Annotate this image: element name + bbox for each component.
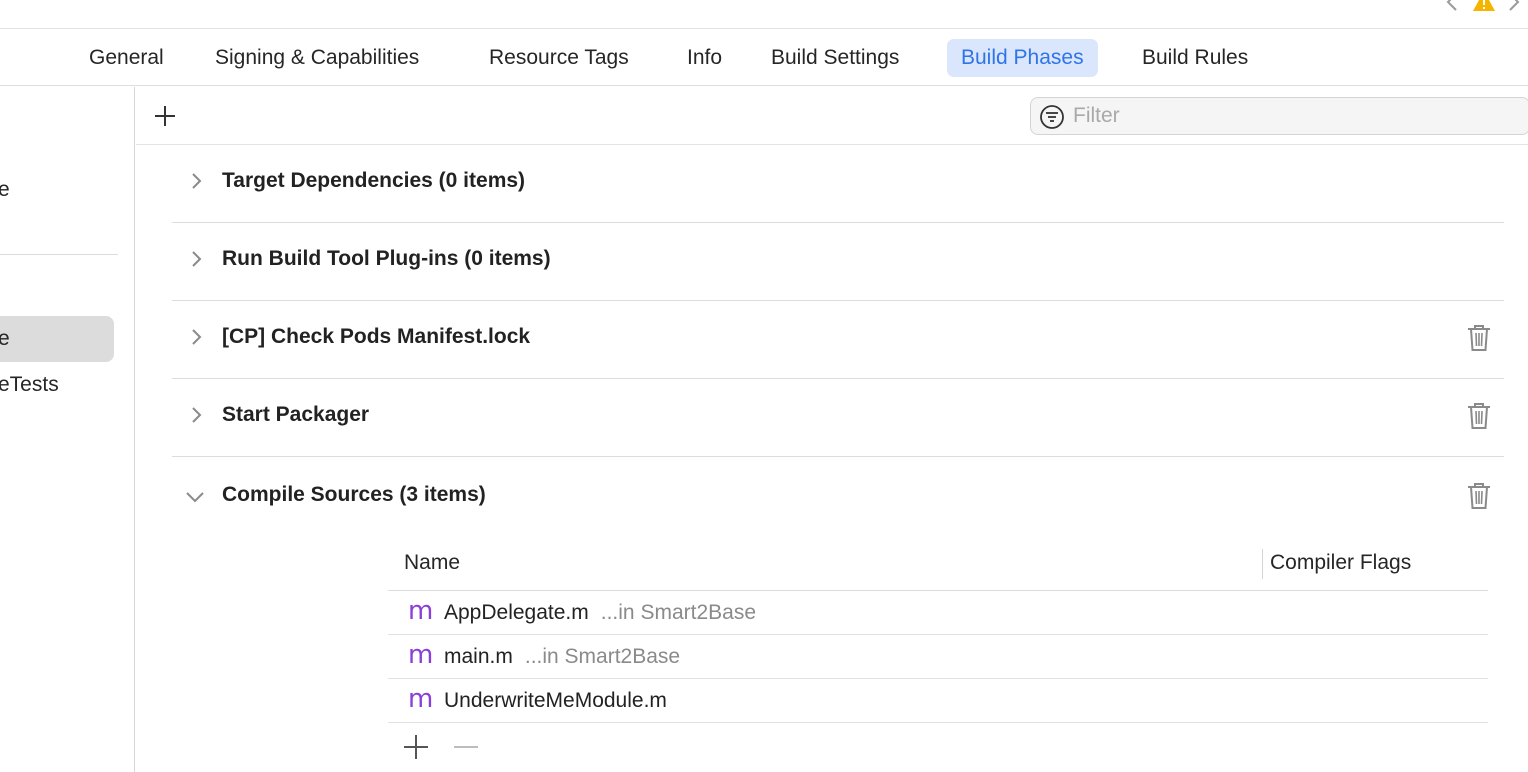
filter-input[interactable] xyxy=(1073,102,1513,130)
tab-signing-capabilities[interactable]: Signing & Capabilities xyxy=(201,39,433,77)
tab-resource-tags[interactable]: Resource Tags xyxy=(475,39,643,77)
trash-icon[interactable] xyxy=(1466,401,1492,431)
phase-title: Run Build Tool Plug-ins (0 items) xyxy=(222,247,551,270)
filter-icon xyxy=(1040,105,1064,129)
chevron-right-icon[interactable] xyxy=(186,327,206,347)
tab-info[interactable]: Info xyxy=(673,39,736,77)
phase-check-pods-manifest[interactable]: [CP] Check Pods Manifest.lock xyxy=(172,301,1504,379)
column-header-compiler-flags[interactable]: Compiler Flags xyxy=(1270,551,1411,575)
table-add-remove-bar xyxy=(388,723,1488,771)
table-header: Name Compiler Flags xyxy=(388,535,1488,591)
trash-icon[interactable] xyxy=(1466,481,1492,511)
phases-toolbar xyxy=(136,87,1528,145)
chevron-right-icon[interactable] xyxy=(186,249,206,269)
objc-file-icon: m xyxy=(408,596,434,626)
compile-sources-table: Name Compiler Flags m AppDelegate.m ...in… xyxy=(388,535,1488,771)
file-location: ...in Smart2Base xyxy=(600,601,756,624)
sidebar-divider xyxy=(0,254,118,255)
sidebar-item-target-selected[interactable] xyxy=(0,316,114,362)
phase-title: [CP] Check Pods Manifest.lock xyxy=(222,325,531,348)
phase-title: Target Dependencies (0 items) xyxy=(222,169,526,192)
phase-title: Start Packager xyxy=(222,403,370,426)
window-top-strip xyxy=(0,0,1528,29)
editor-tab-bar: General Signing & Capabilities Resource … xyxy=(0,30,1528,86)
phase-compile-sources: Compile Sources (3 items) Name Compiler … xyxy=(172,457,1504,772)
objc-file-icon: m xyxy=(408,640,434,670)
column-header-name[interactable]: Name xyxy=(404,551,460,575)
file-location: ...in Smart2Base xyxy=(524,645,681,668)
phase-title: Compile Sources (3 items) xyxy=(222,483,486,506)
file-name: UnderwriteMeModule.m xyxy=(444,689,667,712)
sidebar-item-project[interactable]: e xyxy=(0,178,10,202)
file-name: AppDelegate.m ...in Smart2Base xyxy=(444,601,756,624)
tab-general[interactable]: General xyxy=(75,39,178,77)
navigation-controls xyxy=(1438,0,1528,20)
filter-field[interactable] xyxy=(1030,97,1528,135)
add-phase-icon[interactable] xyxy=(152,103,178,129)
phase-target-dependencies[interactable]: Target Dependencies (0 items) xyxy=(172,145,1504,223)
sidebar-item-target-app[interactable]: e xyxy=(0,327,10,351)
tab-build-settings[interactable]: Build Settings xyxy=(757,39,913,77)
sidebar-item-target-tests[interactable]: eTests xyxy=(0,373,59,397)
table-row[interactable]: m main.m ...in Smart2Base xyxy=(388,635,1488,679)
tab-build-phases[interactable]: Build Phases xyxy=(947,39,1098,77)
file-name: main.m ...in Smart2Base xyxy=(444,645,681,668)
chevron-right-icon[interactable] xyxy=(186,171,206,191)
objc-file-icon: m xyxy=(408,684,434,714)
tab-build-rules[interactable]: Build Rules xyxy=(1128,39,1262,77)
add-file-icon[interactable] xyxy=(402,733,430,761)
build-phases-editor: Target Dependencies (0 items) Run Build … xyxy=(136,87,1528,772)
chevron-right-icon[interactable] xyxy=(1504,0,1524,14)
remove-file-icon[interactable] xyxy=(452,733,480,761)
phase-start-packager[interactable]: Start Packager xyxy=(172,379,1504,457)
targets-sidebar: e e eTests xyxy=(0,87,135,772)
trash-icon[interactable] xyxy=(1466,323,1492,353)
chevron-right-icon[interactable] xyxy=(186,405,206,425)
phase-run-build-tool-plugins[interactable]: Run Build Tool Plug-ins (0 items) xyxy=(172,223,1504,301)
warning-icon[interactable] xyxy=(1472,0,1496,12)
chevron-down-icon[interactable] xyxy=(184,487,206,507)
column-separator[interactable] xyxy=(1262,549,1263,579)
chevron-left-icon[interactable] xyxy=(1442,0,1462,14)
table-row[interactable]: m AppDelegate.m ...in Smart2Base xyxy=(388,591,1488,635)
table-row[interactable]: m UnderwriteMeModule.m xyxy=(388,679,1488,723)
